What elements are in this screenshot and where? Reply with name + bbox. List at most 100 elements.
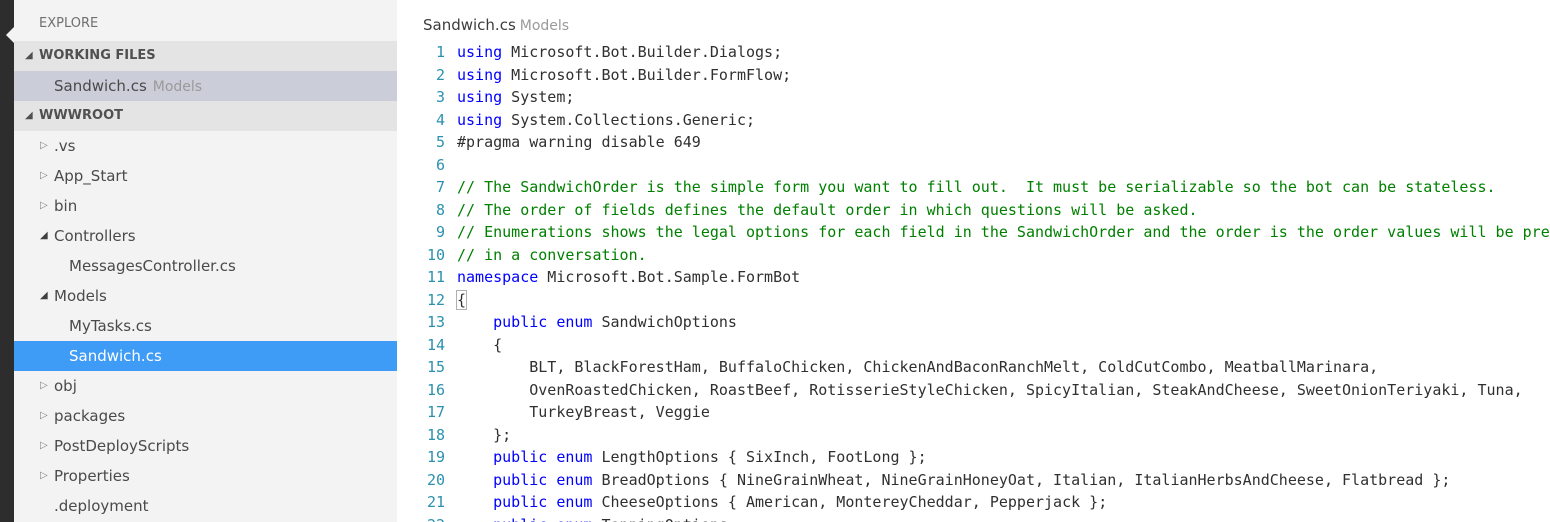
line-number: 19	[426, 448, 445, 466]
code-keyword: public	[493, 470, 548, 489]
editor-title: Sandwich.cs Models	[423, 16, 569, 34]
tree-folder[interactable]: ▷ PostDeployScripts	[14, 431, 397, 461]
chevron-down-icon: ◢	[40, 290, 48, 301]
tree-item-label: MessagesController.cs	[69, 257, 236, 275]
tree-item-label: obj	[54, 377, 77, 395]
explore-title: EXPLORE	[39, 16, 99, 31]
working-files-label: WORKING FILES	[39, 48, 156, 63]
code-line[interactable]: 19 public enum LengthOptions { SixInch, …	[397, 446, 1550, 469]
code-token: ToppingOptions	[592, 516, 727, 522]
line-number: 3	[435, 88, 445, 106]
tree-item-label: .deployment	[54, 497, 149, 515]
tree-file[interactable]: MyTasks.cs	[14, 311, 397, 341]
code-line[interactable]: 14 {	[397, 334, 1550, 357]
code-line[interactable]: 13 public enum SandwichOptions	[397, 311, 1550, 334]
code-text: public enum SandwichOptions	[457, 311, 737, 334]
code-token: CheeseOptions { American, MontereyChedda…	[592, 493, 1108, 511]
line-number: 17	[426, 403, 445, 421]
code-keyword: public	[493, 516, 547, 522]
chevron-right-icon: ▷	[40, 380, 48, 391]
tree-item-label: bin	[54, 197, 78, 215]
tree-item-label: Properties	[54, 467, 130, 485]
code-token: #pragma warning disable 649	[457, 133, 701, 151]
code-comment: // in a conversation.	[457, 245, 647, 264]
line-number: 9	[435, 223, 445, 241]
code-line[interactable]: 22 public enum ToppingOptions	[397, 514, 1550, 522]
tree-file[interactable]: MessagesController.cs	[14, 251, 397, 281]
code-keyword: using	[457, 110, 503, 129]
line-number: 15	[426, 358, 445, 376]
working-files-header[interactable]: ◢ WORKING FILES	[14, 41, 397, 71]
code-line[interactable]: 2 using Microsoft.Bot.Builder.FormFlow;	[397, 64, 1550, 87]
tree-folder[interactable]: ▷ Properties	[14, 461, 397, 491]
code-line[interactable]: 15 BLT, BlackForestHam, BuffaloChicken, …	[397, 356, 1550, 379]
tree-item-label: MyTasks.cs	[69, 317, 152, 335]
code-token: OvenRoastedChicken, RoastBeef, Rotisseri…	[457, 380, 1523, 399]
tree-folder[interactable]: ▷ obj	[14, 371, 397, 401]
line-number: 2	[435, 65, 445, 84]
code-text: OvenRoastedChicken, RoastBeef, Rotisseri…	[457, 379, 1523, 402]
code-line[interactable]: 1 using Microsoft.Bot.Builder.Dialogs;	[397, 41, 1550, 64]
code-text: // in a conversation.	[457, 244, 647, 267]
tree-folder[interactable]: ▷ packages	[14, 401, 397, 431]
code-token: Microsoft.Bot.Builder.FormFlow;	[502, 65, 792, 84]
explorer-active-indicator-icon	[6, 27, 14, 43]
code-line[interactable]: 3 using System;	[397, 86, 1550, 109]
code-text: namespace Microsoft.Bot.Sample.FormBot	[457, 266, 800, 289]
tree-folder[interactable]: ◢ Models	[14, 281, 397, 311]
tree-folder[interactable]: ▷ App_Start	[14, 161, 397, 191]
tree-folder[interactable]: ◢ Controllers	[14, 221, 397, 251]
line-number: 14	[426, 335, 445, 354]
code-line[interactable]: 5 #pragma warning disable 649	[397, 131, 1550, 154]
code-line[interactable]: 18 };	[397, 424, 1550, 447]
tree-folder[interactable]: ▷ .vs	[14, 131, 397, 161]
code-line[interactable]: 6	[397, 154, 1550, 177]
chevron-right-icon: ▷	[40, 200, 48, 211]
collapse-triangle-icon: ◢	[25, 110, 33, 121]
editor-file-dir: Models	[519, 18, 570, 34]
code-token: SandwichOptions	[592, 313, 737, 331]
code-keyword: enum	[556, 493, 593, 511]
code-keyword: enum	[556, 470, 593, 489]
code-text: using System;	[457, 86, 574, 109]
code-line[interactable]: 8 // The order of fields defines the defa…	[397, 199, 1550, 222]
code-text: // The SandwichOrder is the simple form …	[457, 176, 1496, 199]
code-keyword: enum	[556, 516, 592, 522]
code-editor[interactable]: Sandwich.cs Models 1 using Microsoft.Bot.B…	[397, 0, 1550, 522]
chevron-right-icon: ▷	[40, 440, 48, 451]
tree-item-label: packages	[54, 407, 126, 425]
line-number: 5	[435, 133, 445, 151]
code-line[interactable]: 17 TurkeyBreast, Veggie	[397, 401, 1550, 424]
code-line[interactable]: 9 // Enumerations shows the legal options…	[397, 221, 1550, 244]
code-line[interactable]: 4 using System.Collections.Generic;	[397, 109, 1550, 132]
working-file-item[interactable]: Sandwich.cs Models	[14, 71, 397, 101]
tree-folder[interactable]: ▷ bin	[14, 191, 397, 221]
line-number: 16	[426, 380, 445, 399]
code-line[interactable]: 12 {	[397, 289, 1550, 312]
code-line[interactable]: 20 public enum BreadOptions { NineGrainW…	[397, 469, 1550, 492]
code-area[interactable]: 1 using Microsoft.Bot.Builder.Dialogs; 2 us…	[397, 41, 1550, 522]
code-keyword: enum	[556, 313, 593, 331]
code-token: BLT, BlackForestHam, BuffaloChicken, Chi…	[457, 358, 1379, 376]
activity-bar	[0, 0, 14, 522]
tree-file-selected[interactable]: Sandwich.cs	[14, 341, 397, 371]
code-token: System;	[502, 88, 575, 106]
code-token: LengthOptions { SixInch, FootLong };	[592, 448, 927, 466]
code-line[interactable]: 7 // The SandwichOrder is the simple form…	[397, 176, 1550, 199]
code-text: {	[457, 334, 502, 357]
code-line[interactable]: 10 // in a conversation.	[397, 244, 1550, 267]
code-text: public enum BreadOptions { NineGrainWhea…	[457, 469, 1450, 492]
tree-item-label: Sandwich.cs	[69, 347, 162, 365]
working-file-name: Sandwich.cs	[54, 77, 147, 95]
wwwroot-header[interactable]: ◢ WWWROOT	[14, 101, 397, 131]
line-number: 21	[426, 493, 445, 511]
code-token: Microsoft.Bot.Builder.Dialogs;	[502, 43, 783, 61]
code-line[interactable]: 11 namespace Microsoft.Bot.Sample.FormBot	[397, 266, 1550, 289]
tree-file[interactable]: .deployment	[14, 491, 397, 521]
code-line[interactable]: 16 OvenRoastedChicken, RoastBeef, Rotiss…	[397, 379, 1550, 402]
code-line[interactable]: 21 public enum CheeseOptions { American,…	[397, 491, 1550, 514]
code-text: using Microsoft.Bot.Builder.Dialogs;	[457, 41, 782, 64]
